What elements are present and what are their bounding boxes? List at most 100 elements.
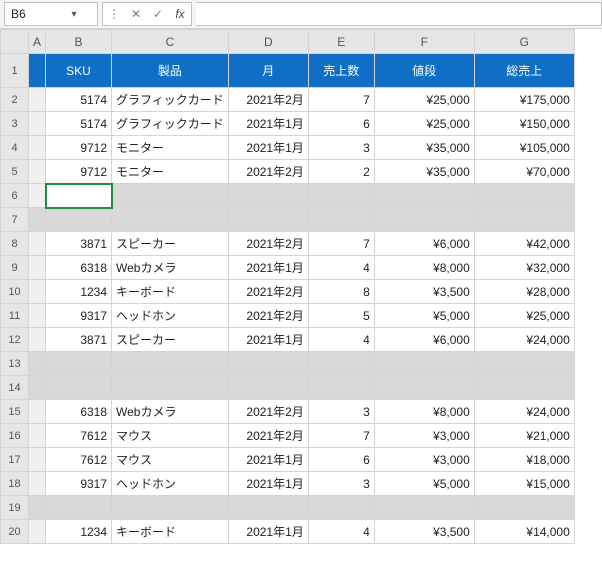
cell[interactable]: スピーカー bbox=[112, 232, 229, 256]
cell[interactable]: ¥6,000 bbox=[374, 232, 474, 256]
cell[interactable] bbox=[29, 112, 46, 136]
cell[interactable]: ¥14,000 bbox=[474, 520, 574, 544]
cell[interactable] bbox=[308, 352, 374, 376]
row-header-17[interactable]: 17 bbox=[1, 448, 29, 472]
cell[interactable]: 7 bbox=[308, 424, 374, 448]
cell[interactable]: ¥8,000 bbox=[374, 400, 474, 424]
cell[interactable]: マウス bbox=[112, 448, 229, 472]
name-box-dropdown-icon[interactable]: ▾ bbox=[51, 9, 97, 20]
cell[interactable]: キーボード bbox=[112, 280, 229, 304]
col-header-B[interactable]: B bbox=[46, 30, 112, 54]
cell[interactable]: Webカメラ bbox=[112, 400, 229, 424]
cell[interactable]: 2021年2月 bbox=[228, 424, 308, 448]
cell[interactable] bbox=[228, 496, 308, 520]
cell[interactable]: 5 bbox=[308, 304, 374, 328]
row-header-10[interactable]: 10 bbox=[1, 280, 29, 304]
cell[interactable] bbox=[374, 184, 474, 208]
cell[interactable]: 3 bbox=[308, 400, 374, 424]
cell[interactable]: ¥24,000 bbox=[474, 400, 574, 424]
cell[interactable]: グラフィックカード bbox=[112, 112, 229, 136]
cell[interactable] bbox=[228, 376, 308, 400]
cell[interactable]: 2021年2月 bbox=[228, 232, 308, 256]
cell-E1[interactable]: 売上数 bbox=[308, 54, 374, 88]
cell[interactable]: 2021年1月 bbox=[228, 136, 308, 160]
cell[interactable]: ヘッドホン bbox=[112, 472, 229, 496]
cell[interactable]: ¥35,000 bbox=[374, 136, 474, 160]
cell[interactable]: ¥15,000 bbox=[474, 472, 574, 496]
cell[interactable] bbox=[308, 184, 374, 208]
cell[interactable]: 2021年2月 bbox=[228, 280, 308, 304]
cell[interactable]: ヘッドホン bbox=[112, 304, 229, 328]
row-header-9[interactable]: 9 bbox=[1, 256, 29, 280]
cell[interactable]: マウス bbox=[112, 424, 229, 448]
cell[interactable] bbox=[29, 448, 46, 472]
cell[interactable] bbox=[474, 352, 574, 376]
cell[interactable]: ¥24,000 bbox=[474, 328, 574, 352]
cell[interactable]: 2021年1月 bbox=[228, 448, 308, 472]
cell[interactable]: ¥21,000 bbox=[474, 424, 574, 448]
cell[interactable] bbox=[228, 208, 308, 232]
cell[interactable] bbox=[46, 496, 112, 520]
col-header-D[interactable]: D bbox=[228, 30, 308, 54]
col-header-F[interactable]: F bbox=[374, 30, 474, 54]
cell[interactable] bbox=[29, 472, 46, 496]
cell[interactable]: ¥175,000 bbox=[474, 88, 574, 112]
cell-F1[interactable]: 値段 bbox=[374, 54, 474, 88]
cell[interactable]: ¥42,000 bbox=[474, 232, 574, 256]
cell[interactable] bbox=[29, 520, 46, 544]
col-header-E[interactable]: E bbox=[308, 30, 374, 54]
row-header-11[interactable]: 11 bbox=[1, 304, 29, 328]
cell[interactable]: 9317 bbox=[46, 472, 112, 496]
cell[interactable]: ¥3,500 bbox=[374, 280, 474, 304]
cell[interactable]: モニター bbox=[112, 160, 229, 184]
cell[interactable] bbox=[46, 208, 112, 232]
row-header-18[interactable]: 18 bbox=[1, 472, 29, 496]
cell[interactable] bbox=[29, 160, 46, 184]
cell[interactable]: 3871 bbox=[46, 232, 112, 256]
col-header-A[interactable]: A bbox=[29, 30, 46, 54]
row-header-1[interactable]: 1 bbox=[1, 54, 29, 88]
cell[interactable]: 9317 bbox=[46, 304, 112, 328]
cancel-button[interactable]: ✕ bbox=[125, 7, 147, 21]
cell[interactable] bbox=[228, 184, 308, 208]
row-header-16[interactable]: 16 bbox=[1, 424, 29, 448]
cell[interactable]: ¥3,000 bbox=[374, 448, 474, 472]
cell[interactable] bbox=[374, 496, 474, 520]
cell[interactable] bbox=[474, 496, 574, 520]
cell[interactable]: ¥35,000 bbox=[374, 160, 474, 184]
cell[interactable] bbox=[29, 232, 46, 256]
cell[interactable] bbox=[46, 376, 112, 400]
cell[interactable]: 6 bbox=[308, 448, 374, 472]
cell[interactable]: 2021年1月 bbox=[228, 520, 308, 544]
cell[interactable] bbox=[374, 208, 474, 232]
cell[interactable]: ¥25,000 bbox=[374, 112, 474, 136]
row-header-15[interactable]: 15 bbox=[1, 400, 29, 424]
cell[interactable]: スピーカー bbox=[112, 328, 229, 352]
cell[interactable]: 5174 bbox=[46, 88, 112, 112]
grid[interactable]: A B C D E F G 1 SKU 製品 月 売上数 値段 総売上 2517… bbox=[0, 29, 602, 544]
cell[interactable]: 2021年2月 bbox=[228, 304, 308, 328]
col-header-G[interactable]: G bbox=[474, 30, 574, 54]
cell[interactable]: 3 bbox=[308, 136, 374, 160]
cell[interactable] bbox=[474, 208, 574, 232]
cell[interactable]: 3871 bbox=[46, 328, 112, 352]
cell[interactable]: ¥18,000 bbox=[474, 448, 574, 472]
cell[interactable]: 2021年1月 bbox=[228, 256, 308, 280]
cell-G1[interactable]: 総売上 bbox=[474, 54, 574, 88]
cell[interactable]: 6318 bbox=[46, 400, 112, 424]
cell[interactable] bbox=[29, 256, 46, 280]
col-header-C[interactable]: C bbox=[112, 30, 229, 54]
cell[interactable] bbox=[29, 400, 46, 424]
cell[interactable]: ¥3,500 bbox=[374, 520, 474, 544]
cell[interactable]: ¥6,000 bbox=[374, 328, 474, 352]
cell[interactable]: 4 bbox=[308, 328, 374, 352]
cell[interactable] bbox=[112, 208, 229, 232]
cell[interactable] bbox=[29, 304, 46, 328]
cell[interactable] bbox=[29, 352, 46, 376]
cell[interactable] bbox=[112, 496, 229, 520]
cell[interactable]: 4 bbox=[308, 256, 374, 280]
cell[interactable]: 7612 bbox=[46, 424, 112, 448]
cell[interactable]: 9712 bbox=[46, 136, 112, 160]
row-header-4[interactable]: 4 bbox=[1, 136, 29, 160]
selected-cell[interactable] bbox=[46, 184, 112, 208]
